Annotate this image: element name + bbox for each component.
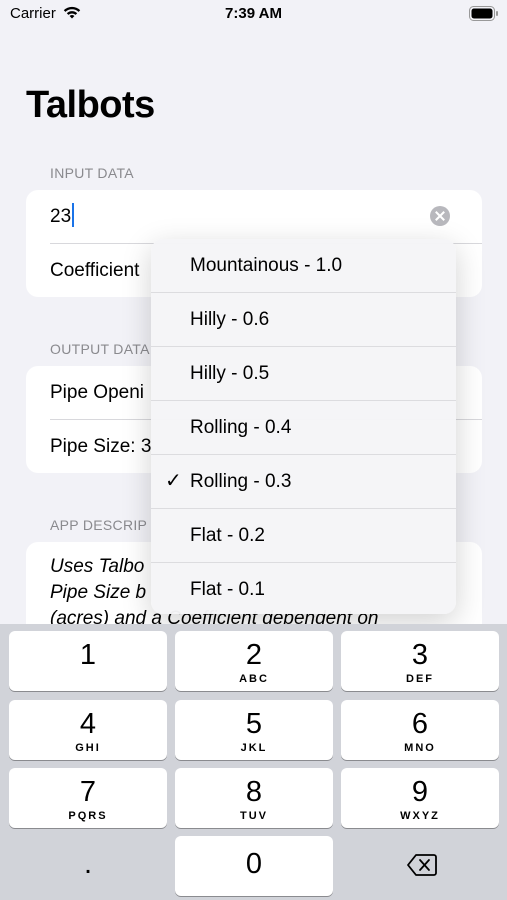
key-digit: 1 (79, 639, 97, 671)
key-digit: 0 (245, 848, 263, 880)
key-5[interactable]: 5 JKL (175, 700, 333, 760)
key-digit: 4 (79, 708, 97, 740)
menu-item-label: Flat - 0.1 (190, 579, 265, 600)
delete-backward-icon (407, 853, 437, 882)
key-2[interactable]: 2 ABC (175, 631, 333, 691)
menu-item-label: Rolling - 0.3 (190, 471, 292, 492)
checkmark-icon: ✓ (165, 470, 182, 492)
key-4[interactable]: 4 GHI (9, 700, 167, 760)
menu-item-rolling-0-4[interactable]: Rolling - 0.4 (151, 401, 456, 454)
key-digit: 8 (245, 776, 263, 808)
menu-item-label: Flat - 0.2 (190, 525, 265, 546)
menu-item-flat-0-1[interactable]: Flat - 0.1 (151, 563, 456, 614)
pipe-size-label: Pipe Size: 3 (50, 436, 152, 457)
status-bar: Carrier 7:39 AM (0, 0, 507, 30)
key-letters: DEF (406, 673, 434, 685)
numeric-keyboard: 1 2 ABC 3 DEF 4 GHI 5 JKL 6 MNO 7 PQRS 8… (0, 624, 507, 900)
key-letters: TUV (240, 810, 268, 822)
key-1[interactable]: 1 (9, 631, 167, 691)
description-section-header: APP DESCRIP (50, 517, 148, 533)
coefficient-label: Coefficient (50, 260, 140, 281)
menu-item-label: Hilly - 0.6 (190, 309, 270, 330)
menu-item-label: Rolling - 0.4 (190, 417, 292, 438)
area-input[interactable]: 23 (50, 190, 482, 244)
key-letters: ABC (239, 673, 269, 685)
menu-item-label: Hilly - 0.5 (190, 363, 270, 384)
menu-item-mountainous-1-0[interactable]: Mountainous - 1.0 (151, 239, 456, 292)
key-0[interactable]: 0 (175, 836, 333, 896)
key-letters: PQRS (68, 810, 108, 822)
key-7[interactable]: 7 PQRS (9, 768, 167, 828)
clear-icon[interactable] (430, 206, 450, 226)
key-digit: 6 (411, 708, 429, 740)
key-letters: WXYZ (400, 810, 440, 822)
key-digit: 5 (245, 708, 263, 740)
menu-item-flat-0-2[interactable]: Flat - 0.2 (151, 509, 456, 562)
key-3[interactable]: 3 DEF (341, 631, 499, 691)
input-section-header: INPUT DATA (50, 165, 134, 181)
key-letters: GHI (75, 742, 101, 754)
key-decimal-label: . (83, 848, 93, 880)
coefficient-menu: Mountainous - 1.0 Hilly - 0.6 Hilly - 0.… (151, 239, 456, 614)
battery-icon (469, 6, 499, 26)
key-letters: JKL (240, 742, 268, 754)
key-digit: 3 (411, 639, 429, 671)
menu-item-hilly-0-6[interactable]: Hilly - 0.6 (151, 293, 456, 346)
delete-key[interactable] (341, 836, 499, 896)
key-letters: MNO (404, 742, 436, 754)
key-8[interactable]: 8 TUV (175, 768, 333, 828)
pipe-opening-label: Pipe Openi (50, 382, 145, 403)
key-6[interactable]: 6 MNO (341, 700, 499, 760)
menu-item-label: Mountainous - 1.0 (190, 255, 343, 276)
area-input-value: 23 (50, 206, 72, 227)
text-cursor (72, 203, 75, 228)
menu-item-rolling-0-3[interactable]: ✓ Rolling - 0.3 (151, 455, 456, 508)
menu-item-hilly-0-5[interactable]: Hilly - 0.5 (151, 347, 456, 400)
key-digit: 7 (79, 776, 97, 808)
key-digit: 2 (245, 639, 263, 671)
page-title: Talbots (26, 84, 155, 126)
output-section-header: OUTPUT DATA (50, 341, 150, 357)
key-9[interactable]: 9 WXYZ (341, 768, 499, 828)
key-digit: 9 (411, 776, 429, 808)
key-decimal[interactable]: . (9, 836, 167, 896)
clock: 7:39 AM (225, 5, 282, 22)
